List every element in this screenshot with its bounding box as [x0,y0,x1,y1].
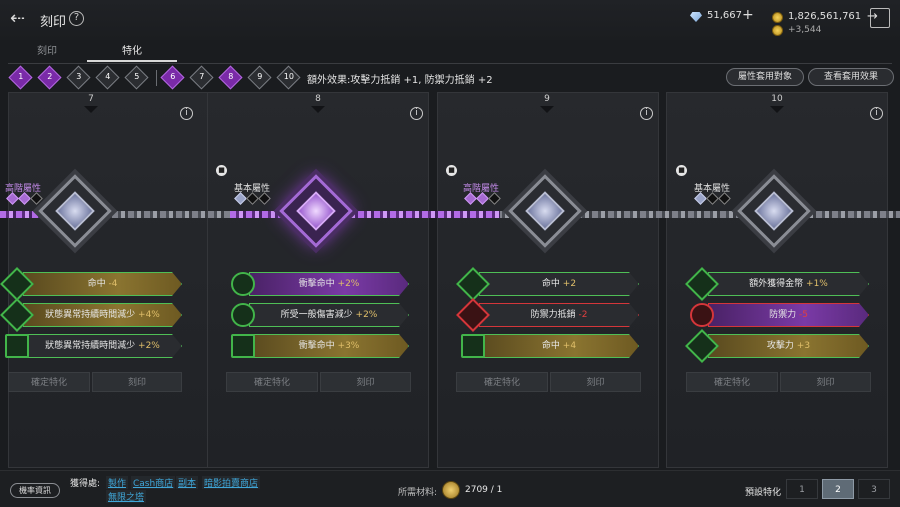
emblem-icon[interactable] [38,174,112,248]
stat-row[interactable]: 額外獲得金幣 +1% [685,267,869,301]
tab-divider [8,63,892,64]
stat-row[interactable]: 命中 +2 [456,267,639,301]
diamond-count: 51,667 [707,10,742,21]
extra-effect-text: 額外效果:攻擊力抵銷 +1, 防禦力抵銷 +2 [307,75,493,86]
engrave-button[interactable]: 刻印 [320,372,411,392]
source-link-craft[interactable]: 製作 [106,476,129,489]
panel-number: 10 [762,94,792,113]
emblem-icon[interactable] [508,174,582,248]
emblem-icon[interactable] [279,174,353,248]
lock-icon[interactable]: ■ [446,165,457,176]
view-effect-button[interactable]: 查看套用效果 [808,68,894,86]
engrave-button[interactable]: 刻印 [92,372,182,392]
source-link-infinite-tower[interactable]: 無限之塔 [106,490,147,503]
exit-icon[interactable] [867,8,890,28]
step-7[interactable]: 7 [189,65,214,90]
stat-row[interactable]: 防禦力抵銷 -2 [456,298,639,332]
stat-row[interactable]: 所受一般傷害減少 +2% [231,302,409,328]
probability-info-button[interactable]: 機率資訊 [10,483,60,498]
confirm-specialize-button[interactable]: 確定特化 [8,372,90,392]
gold-count: 1,826,561,761 [788,11,862,22]
step-4[interactable]: 4 [95,65,120,90]
preset-2-button[interactable]: 2 [822,479,854,499]
step-6[interactable]: 6 [160,65,185,90]
material-value: 2709 / 1 [465,485,503,495]
apply-target-button[interactable]: 屬性套用對象 [726,68,804,86]
engrave-button[interactable]: 刻印 [780,372,871,392]
help-icon[interactable]: ? [69,11,84,26]
source-link-auction[interactable]: 暗影拍賣商店 [202,476,261,489]
source-link-dungeon[interactable]: 副本 [176,476,199,489]
confirm-specialize-button[interactable]: 確定特化 [226,372,318,392]
info-icon[interactable]: i [180,107,193,120]
info-icon[interactable]: i [640,107,653,120]
page-title: 刻印 [40,15,67,30]
confirm-specialize-button[interactable]: 確定特化 [686,372,778,392]
preset-1-button[interactable]: 1 [786,479,818,499]
lock-icon[interactable]: ■ [676,165,687,176]
step-9[interactable]: 9 [247,65,272,90]
stat-row[interactable]: 衝擊命中 +2% [231,271,409,297]
tab-bar: 刻印 特化 [0,44,900,62]
grade-gems [464,192,502,205]
stat-row[interactable]: 防禦力 -5 [690,302,869,328]
diamond-icon [690,12,702,22]
stat-row[interactable]: 狀態異常持續時間減少 +4% [0,298,182,332]
grade-gems [234,192,272,205]
chain-link-active [230,211,500,218]
gold-coin-icon [772,12,783,23]
panel-number: 7 [76,94,106,113]
step-1[interactable]: 1 [8,65,33,90]
preset-3-button[interactable]: 3 [858,479,890,499]
confirm-specialize-button[interactable]: 確定特化 [456,372,548,392]
stat-row[interactable]: 命中 -4 [0,267,182,301]
panel-number: 8 [303,94,333,113]
lock-icon[interactable]: ■ [216,165,227,176]
stat-row[interactable]: 命中 +4 [461,333,639,359]
gold-bonus: +3,544 [788,25,822,35]
step-3[interactable]: 3 [66,65,91,90]
engrave-button[interactable]: 刻印 [550,372,641,392]
stat-row[interactable]: 攻擊力 +3 [685,329,869,363]
step-2[interactable]: 2 [37,65,62,90]
info-icon[interactable]: i [410,107,423,120]
stat-row[interactable]: 狀態異常持續時間減少 +2% [5,333,182,359]
step-8[interactable]: 8 [218,65,243,90]
tab-specialize[interactable]: 特化 [87,44,177,62]
top-bar: ⇠ 刻印 ? 51,667 + 1,826,561,761 +3,544 [0,0,900,40]
add-diamond-button[interactable]: + [742,7,754,23]
info-icon[interactable]: i [870,107,883,120]
preset-label: 預設特化 [745,488,782,498]
grade-gems [694,192,732,205]
step-track: 1 2 3 4 5 6 7 8 9 10 [8,65,308,90]
step-10[interactable]: 10 [276,65,301,90]
source-label: 獲得處: [70,479,101,489]
tab-engrave[interactable]: 刻印 [2,44,92,62]
step-divider [156,70,157,86]
material-coin-icon [442,481,460,499]
back-arrow-icon[interactable]: ⇠ [10,10,32,28]
gold-bonus-icon [772,25,783,36]
source-link-cash-shop[interactable]: Cash商店 [131,476,176,489]
step-5[interactable]: 5 [124,65,149,90]
emblem-icon[interactable] [737,174,811,248]
stat-row[interactable]: 衝擊命中 +3% [231,333,409,359]
material-label: 所需材料: [398,488,438,498]
panel-number: 9 [532,94,562,113]
